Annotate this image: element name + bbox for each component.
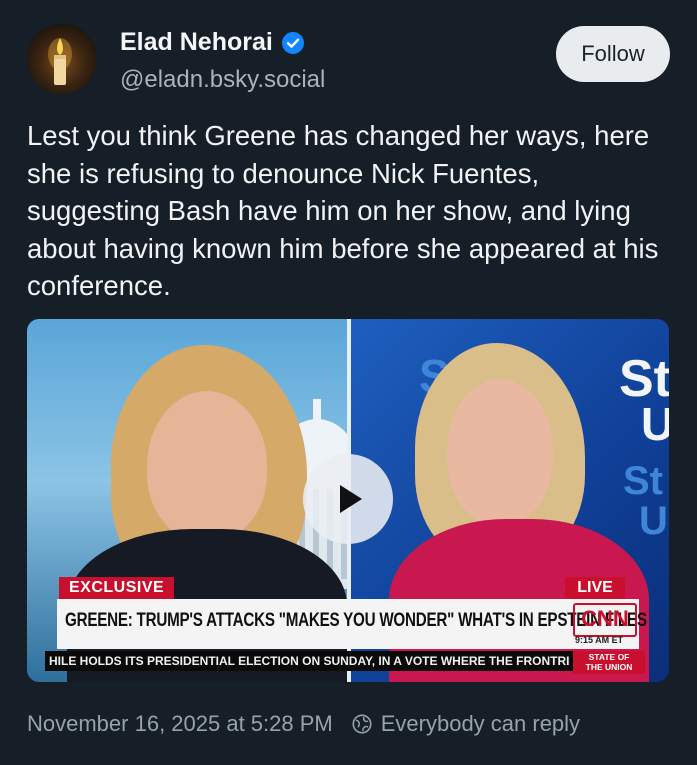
chyron-lower-third: GREENE: TRUMP'S ATTACKS "MAKES YOU WONDE… (57, 599, 647, 649)
play-button[interactable] (303, 454, 393, 544)
post-text: Lest you think Greene has changed her wa… (27, 120, 659, 301)
set-text-5: U (639, 499, 668, 543)
chyron-exclusive-tag: EXCLUSIVE (59, 577, 175, 599)
avatar[interactable] (27, 24, 97, 94)
video-player[interactable]: St St U St U EXCLUSIVE LIVE GREENE: TRUM… (27, 319, 669, 682)
globe-icon (352, 714, 372, 734)
news-ticker: HILE HOLDS ITS PRESIDENTIAL ELECTION ON … (45, 651, 629, 671)
author-display-name[interactable]: Elad Nehorai (120, 28, 273, 57)
chyron-headline: GREENE: TRUMP'S ATTACKS "MAKES YOU WONDE… (65, 610, 647, 631)
cnn-logo: CNN (573, 603, 637, 637)
set-text-3: U (641, 398, 669, 450)
chyron-live-tag: LIVE (565, 577, 625, 599)
anchor-face (147, 391, 267, 541)
play-icon (340, 485, 362, 513)
post-meta: November 16, 2025 at 5:28 PM Everybody c… (27, 711, 580, 737)
verified-badge-icon (281, 31, 304, 54)
set-text-4: St (623, 459, 663, 503)
reply-setting[interactable]: Everybody can reply (381, 711, 580, 737)
post-timestamp[interactable]: November 16, 2025 at 5:28 PM (27, 711, 333, 737)
show-logo: STATE OF THE UNION (573, 651, 645, 674)
broadcast-time: 9:15 AM ET (575, 635, 624, 645)
candle-icon (48, 38, 72, 85)
follow-button[interactable]: Follow (556, 26, 670, 82)
author-handle[interactable]: @eladn.bsky.social (120, 66, 325, 94)
author-name-row: Elad Nehorai (120, 28, 305, 57)
show-logo-line1: STATE OF (588, 652, 630, 662)
guest-face (447, 379, 553, 524)
show-logo-line2: THE UNION (585, 662, 633, 672)
